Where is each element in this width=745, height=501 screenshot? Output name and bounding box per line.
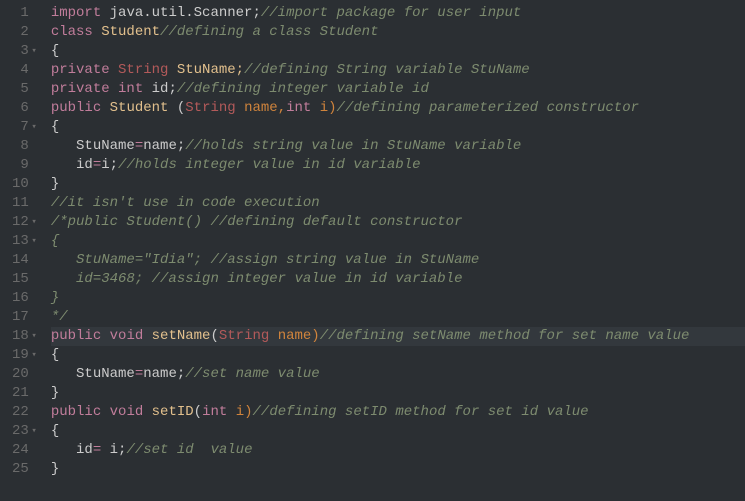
fold-icon[interactable]: ▾ xyxy=(31,118,36,137)
code-line[interactable]: StuName="Idia"; //assign string value in… xyxy=(51,251,745,270)
code-line[interactable]: } xyxy=(51,289,745,308)
code-line[interactable]: { xyxy=(51,346,745,365)
line-number: 19▾ xyxy=(12,346,29,365)
fold-icon[interactable]: ▾ xyxy=(31,213,36,232)
line-number: 22 xyxy=(12,403,29,422)
line-number: 20 xyxy=(12,365,29,384)
code-editor[interactable]: 1 2 3▾ 4 5 6 7▾ 8 9 10 11 12▾ 13▾ 14 15 … xyxy=(0,0,745,501)
code-line[interactable]: class Student//defining a class Student xyxy=(51,23,745,42)
code-line[interactable]: id=3468; //assign integer value in id va… xyxy=(51,270,745,289)
code-line[interactable]: { xyxy=(51,42,745,61)
line-number: 1 xyxy=(12,4,29,23)
code-line[interactable]: { xyxy=(51,232,745,251)
line-number: 25 xyxy=(12,460,29,479)
fold-icon[interactable]: ▾ xyxy=(31,422,36,441)
fold-icon[interactable]: ▾ xyxy=(31,42,36,61)
code-line[interactable]: StuName=name;//holds string value in Stu… xyxy=(51,137,745,156)
code-line[interactable]: } xyxy=(51,384,745,403)
code-line-active[interactable]: public void setName(String name)//defini… xyxy=(51,327,745,346)
code-line[interactable]: private int id;//defining integer variab… xyxy=(51,80,745,99)
line-number: 5 xyxy=(12,80,29,99)
line-number-gutter: 1 2 3▾ 4 5 6 7▾ 8 9 10 11 12▾ 13▾ 14 15 … xyxy=(0,0,37,501)
line-number: 6 xyxy=(12,99,29,118)
code-line[interactable]: id= i;//set id value xyxy=(51,441,745,460)
code-line[interactable]: public void setID(int i)//defining setID… xyxy=(51,403,745,422)
line-number: 2 xyxy=(12,23,29,42)
code-line[interactable]: } xyxy=(51,175,745,194)
code-line[interactable]: */ xyxy=(51,308,745,327)
line-number: 9 xyxy=(12,156,29,175)
code-line[interactable]: //it isn't use in code execution xyxy=(51,194,745,213)
code-line[interactable]: id=i;//holds integer value in id variabl… xyxy=(51,156,745,175)
line-number: 14 xyxy=(12,251,29,270)
line-number: 11 xyxy=(12,194,29,213)
line-number: 12▾ xyxy=(12,213,29,232)
line-number: 17 xyxy=(12,308,29,327)
code-line[interactable]: { xyxy=(51,118,745,137)
code-line[interactable]: StuName=name;//set name value xyxy=(51,365,745,384)
fold-icon[interactable]: ▾ xyxy=(31,232,36,251)
line-number: 13▾ xyxy=(12,232,29,251)
code-line[interactable]: public Student (String name,int i)//defi… xyxy=(51,99,745,118)
line-number: 10 xyxy=(12,175,29,194)
code-line[interactable]: import java.util.Scanner;//import packag… xyxy=(51,4,745,23)
line-number: 4 xyxy=(12,61,29,80)
code-line[interactable]: { xyxy=(51,422,745,441)
line-number: 24 xyxy=(12,441,29,460)
line-number: 7▾ xyxy=(12,118,29,137)
line-number: 21 xyxy=(12,384,29,403)
line-number: 15 xyxy=(12,270,29,289)
fold-icon[interactable]: ▾ xyxy=(31,346,36,365)
line-number: 8 xyxy=(12,137,29,156)
code-line[interactable]: } xyxy=(51,460,745,479)
line-number: 23▾ xyxy=(12,422,29,441)
code-line[interactable]: /*public Student() //defining default co… xyxy=(51,213,745,232)
code-area[interactable]: import java.util.Scanner;//import packag… xyxy=(37,0,745,501)
line-number: 3▾ xyxy=(12,42,29,61)
line-number: 18▾ xyxy=(12,327,29,346)
code-line[interactable]: private String StuName;//defining String… xyxy=(51,61,745,80)
fold-icon[interactable]: ▾ xyxy=(31,327,36,346)
line-number: 16 xyxy=(12,289,29,308)
